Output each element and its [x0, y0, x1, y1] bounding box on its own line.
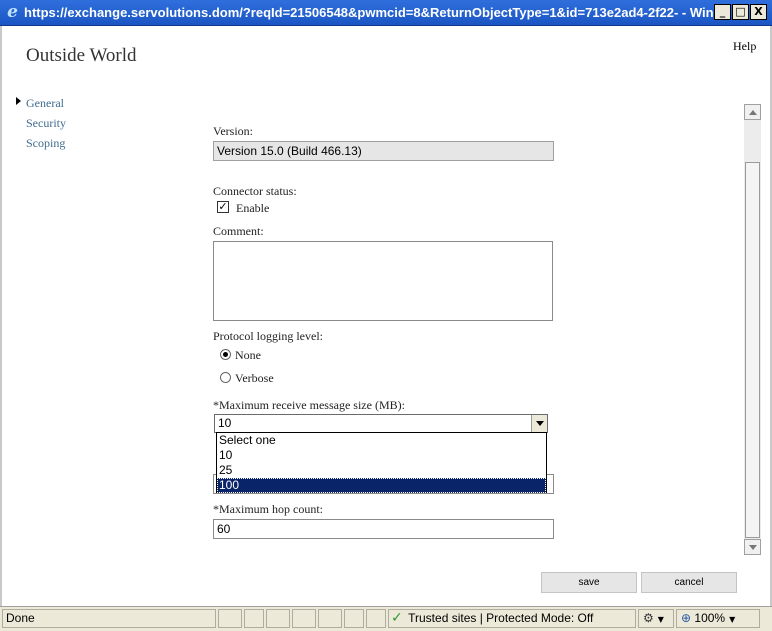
logging-none-radio[interactable] [220, 349, 231, 360]
nav-item-scoping[interactable]: Scoping [26, 135, 65, 151]
logging-verbose-label: Verbose [235, 371, 274, 385]
nav-item-security[interactable]: Security [26, 115, 66, 131]
scroll-up-icon[interactable] [744, 104, 761, 120]
status-pane [366, 609, 386, 628]
vertical-scrollbar[interactable] [744, 104, 761, 555]
zoom-icon: ⊕ [681, 611, 692, 625]
status-pane [266, 609, 290, 628]
checkmark-icon: ✓ [391, 610, 403, 626]
comment-textarea[interactable] [213, 241, 553, 321]
logging-none-label: None [235, 348, 261, 362]
maximize-button[interactable]: □ [732, 4, 749, 20]
cancel-button[interactable]: cancel [641, 572, 737, 593]
max-hop-count-label: *Maximum hop count: [213, 502, 323, 516]
enable-label: Enable [236, 201, 270, 215]
window-title: https://exchange.servolutions.dom/?reqId… [24, 5, 714, 20]
security-zone[interactable]: ✓ Trusted sites | Protected Mode: Off [388, 609, 636, 628]
window-titlebar[interactable]: e https://exchange.servolutions.dom/?req… [0, 0, 772, 26]
status-pane [318, 609, 342, 628]
status-pane [244, 609, 264, 628]
save-button[interactable]: save [541, 572, 637, 593]
comment-label: Comment: [213, 224, 264, 238]
max-message-size-dropdown[interactable]: Select one 10 25 100 [216, 432, 547, 493]
dropdown-option[interactable]: 25 [217, 463, 546, 478]
security-settings-icon: ⚙ [643, 611, 654, 625]
logging-verbose-radio[interactable] [220, 372, 231, 383]
protected-mode-menu[interactable]: ⚙ ▼ [638, 609, 674, 628]
version-field: Version 15.0 (Build 466.13) [213, 141, 554, 161]
select-value: 10 [218, 416, 232, 430]
help-link[interactable]: Help [733, 38, 756, 54]
nav-item-general[interactable]: General [26, 95, 64, 111]
status-pane [292, 609, 316, 628]
chevron-down-icon[interactable] [531, 415, 547, 432]
max-hop-count-input[interactable]: 60 [213, 519, 554, 539]
zoom-control[interactable]: ⊕ 100% ▼ [676, 609, 760, 628]
status-bar: Done ✓ Trusted sites | Protected Mode: O… [0, 606, 772, 631]
scrollbar-thumb[interactable] [745, 162, 760, 538]
selected-arrow-icon [16, 97, 21, 105]
security-zone-text: Trusted sites | Protected Mode: Off [408, 611, 594, 625]
chevron-down-icon: ▼ [729, 615, 736, 624]
internet-explorer-icon: e [7, 2, 18, 22]
chevron-down-icon: ▼ [657, 615, 664, 624]
version-label: Version: [213, 124, 253, 138]
enable-checkbox[interactable]: ✓ [217, 201, 229, 213]
max-message-size-label: *Maximum receive message size (MB): [213, 398, 405, 412]
dropdown-option[interactable]: Select one [217, 433, 546, 448]
status-text: Done [2, 609, 216, 628]
protocol-logging-label: Protocol logging level: [213, 329, 323, 343]
page-title: Outside World [26, 45, 137, 66]
status-pane [218, 609, 242, 628]
dropdown-option[interactable]: 10 [217, 448, 546, 463]
max-message-size-select[interactable]: 10 [214, 414, 548, 433]
status-pane [344, 609, 364, 628]
close-button[interactable]: X [750, 4, 767, 20]
dropdown-option-highlighted[interactable]: 100 [217, 478, 546, 493]
zoom-level: 100% [694, 611, 726, 625]
connector-status-label: Connector status: [213, 184, 297, 198]
minimize-button[interactable]: _ [714, 4, 731, 20]
scroll-down-icon[interactable] [744, 539, 761, 555]
